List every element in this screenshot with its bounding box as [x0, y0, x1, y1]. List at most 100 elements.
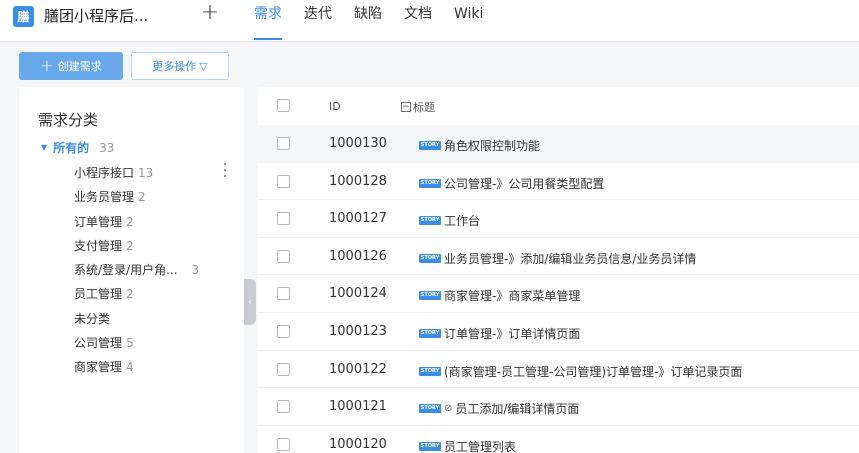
story-badge: STORY	[419, 366, 441, 376]
category-label: 系统/登录/用户角...	[74, 263, 178, 278]
row-title-text: 员工管理列表	[444, 439, 517, 453]
category-item[interactable]: 小程序接口 13	[74, 161, 239, 185]
sidebar-title: 需求分类	[38, 111, 99, 129]
category-label: 公司管理	[74, 336, 123, 351]
more-actions-label: 更多操作	[152, 60, 197, 73]
caret-down-icon[interactable]: ▼	[41, 143, 47, 152]
row-title[interactable]: STORY 公司管理-》公司用餐类型配置	[419, 175, 604, 192]
table-row[interactable]: 1000128 STORY 公司管理-》公司用餐类型配置	[258, 163, 859, 201]
story-badge: STORY	[419, 141, 441, 150]
category-count: 3	[191, 263, 200, 278]
category-label: 订单管理	[74, 214, 123, 229]
row-title[interactable]: STORY ⊘ 员工添加/编辑详情页面	[419, 400, 579, 417]
category-count: 2	[126, 287, 134, 302]
tab-defects[interactable]: 缺陷	[343, 0, 393, 42]
row-title-text: 工作台	[444, 214, 481, 229]
row-title[interactable]: STORY 员工管理列表	[419, 438, 516, 453]
collapse-all-icon[interactable]: −	[401, 102, 411, 112]
tab-documents[interactable]: 文档	[393, 0, 443, 42]
more-actions-button[interactable]: 更多操作 ▽	[131, 52, 229, 80]
row-id: 1000120	[329, 436, 387, 452]
row-title-text: 商家管理-》商家菜单管理	[444, 289, 581, 304]
row-title[interactable]: STORY 业务员管理-》添加/编辑业务员信息/业务员详情	[419, 250, 696, 267]
row-id: 1000128	[329, 173, 387, 189]
row-checkbox[interactable]	[277, 437, 290, 451]
row-id: 1000127	[329, 211, 387, 227]
story-badge: STORY	[419, 253, 441, 263]
category-sidebar: 需求分类 ▼ 所有的 33 小程序接口 13 业务员管理 2 订单管理 2 支付管理 2…	[19, 87, 244, 453]
category-item[interactable]: 员工管理 2	[74, 282, 239, 306]
attachment-icon: ⊘	[444, 403, 453, 415]
row-id: 1000130	[329, 136, 387, 151]
category-item[interactable]: 业务员管理 2	[74, 185, 239, 209]
select-all-checkbox[interactable]	[277, 99, 290, 112]
category-all-count: 33	[99, 140, 115, 155]
category-label: 商家管理	[74, 360, 123, 375]
category-count: 2	[126, 238, 134, 253]
story-badge: STORY	[419, 441, 441, 451]
project-title[interactable]: 膳团小程序后...	[44, 6, 148, 26]
table-row[interactable]: 1000130 STORY 角色权限控制功能	[258, 125, 859, 163]
category-item[interactable]: 系统/登录/用户角... 3	[74, 258, 239, 282]
category-count: 5	[126, 336, 134, 351]
row-title[interactable]: STORY 角色权限控制功能	[419, 137, 540, 154]
row-checkbox[interactable]	[277, 137, 290, 150]
row-title[interactable]: STORY 工作台	[419, 212, 480, 229]
table-header: ID − 标题	[258, 87, 859, 125]
row-title[interactable]: STORY (商家管理-员工管理-公司管理)订单管理-》订单记录页面	[419, 363, 742, 380]
category-item[interactable]: 支付管理 2	[74, 234, 239, 258]
row-id: 1000126	[329, 248, 387, 264]
story-badge: STORY	[419, 291, 441, 301]
tab-requirements[interactable]: 需求	[243, 0, 293, 42]
category-count: 4	[126, 360, 134, 375]
row-checkbox[interactable]	[277, 249, 290, 263]
more-vertical-icon[interactable]	[221, 161, 229, 179]
column-header-title[interactable]: − 标题	[401, 99, 435, 115]
row-checkbox[interactable]	[277, 174, 290, 188]
category-item[interactable]: 公司管理 5	[74, 331, 239, 355]
row-id: 1000123	[329, 324, 387, 339]
requirements-table: ID − 标题 1000130 STORY 角色权限控制功能 1000128 S…	[258, 87, 859, 453]
project-logo-icon[interactable]: 膳	[13, 6, 34, 27]
category-item[interactable]: 未分类	[74, 307, 239, 331]
row-checkbox[interactable]	[277, 325, 290, 338]
table-row[interactable]: 1000124 STORY 商家管理-》商家菜单管理	[258, 275, 859, 313]
column-header-title-label: 标题	[413, 101, 435, 114]
category-list: 小程序接口 13 业务员管理 2 订单管理 2 支付管理 2 系统/登录/用户角... 3…	[74, 161, 239, 380]
row-checkbox[interactable]	[277, 362, 290, 376]
plus-icon: +	[40, 56, 54, 75]
row-title-text: 员工添加/编辑详情页面	[455, 402, 580, 417]
table-row[interactable]: 1000121 STORY ⊘ 员工添加/编辑详情页面	[258, 388, 859, 426]
table-row[interactable]: 1000127 STORY 工作台	[258, 200, 859, 238]
table-row[interactable]: 1000122 STORY (商家管理-员工管理-公司管理)订单管理-》订单记录…	[258, 351, 859, 389]
column-header-id[interactable]: ID	[329, 100, 341, 113]
category-all[interactable]: ▼ 所有的 33	[41, 139, 114, 156]
row-title[interactable]: STORY 订单管理-》订单详情页面	[419, 325, 580, 342]
table-row[interactable]: 1000123 STORY 订单管理-》订单详情页面	[258, 313, 859, 351]
main-nav: 需求 迭代 缺陷 文档 Wiki	[243, 0, 494, 42]
category-label: 小程序接口	[74, 166, 135, 180]
category-item[interactable]: 商家管理 4	[74, 355, 239, 379]
row-title[interactable]: STORY 商家管理-》商家菜单管理	[419, 287, 580, 304]
row-id: 1000122	[329, 361, 387, 377]
top-bar: 膳 膳团小程序后... + 需求 迭代 缺陷 文档 Wiki	[0, 0, 859, 42]
story-badge: STORY	[419, 404, 441, 414]
table-row[interactable]: 1000126 STORY 业务员管理-》添加/编辑业务员信息/业务员详情	[258, 238, 859, 276]
tab-iterations[interactable]: 迭代	[293, 0, 343, 42]
table-row[interactable]: 1000120 STORY 员工管理列表	[258, 426, 859, 453]
row-checkbox[interactable]	[277, 400, 290, 414]
row-id: 1000124	[329, 286, 387, 302]
category-count: 2	[126, 214, 134, 229]
category-count: 13	[138, 166, 154, 180]
story-badge: STORY	[419, 329, 441, 338]
tab-wiki[interactable]: Wiki	[443, 0, 494, 42]
category-item[interactable]: 订单管理 2	[74, 210, 239, 234]
category-all-label: 所有的	[53, 141, 90, 155]
add-button[interactable]: +	[198, 2, 222, 26]
create-requirement-button[interactable]: + 创建需求	[19, 52, 123, 80]
collapse-sidebar-handle[interactable]: ‹	[244, 279, 256, 325]
row-checkbox[interactable]	[277, 287, 290, 301]
row-checkbox[interactable]	[277, 212, 290, 226]
row-title-text: 角色权限控制功能	[444, 139, 541, 153]
category-label: 支付管理	[74, 238, 123, 253]
